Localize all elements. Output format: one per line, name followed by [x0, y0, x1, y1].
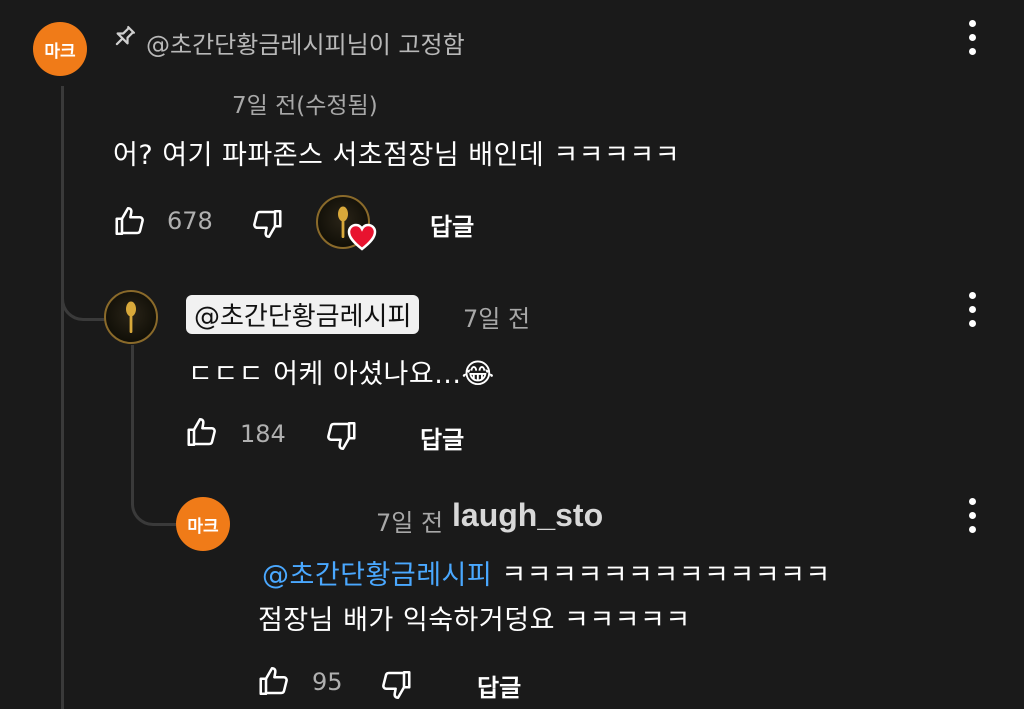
avatar-label: 마크 [187, 516, 219, 537]
watermark-text: laugh_sto [452, 497, 604, 533]
laughing-emoji: 😂 [461, 357, 495, 390]
mention-link[interactable]: @초간단황금레시피 [262, 560, 492, 591]
timestamp: 7일 전(수정됨) [232, 93, 378, 119]
thumbs-down-icon [253, 209, 282, 239]
thread-line-sub [131, 345, 134, 505]
more-options-button[interactable] [967, 498, 977, 533]
dislike-button[interactable] [322, 418, 358, 454]
pinned-by-text: @초간단황금레시피님이 고정함 [146, 31, 465, 59]
avatar-label: 마크 [44, 41, 76, 62]
author-chip[interactable]: @초간단황금레시피 [186, 295, 420, 334]
like-count: 678 [167, 207, 213, 235]
thumbs-up-icon [115, 206, 144, 236]
comment-text: ㅋㅋㅋㅋㅋㅋㅋㅋㅋㅋㅋㅋㅋ [501, 560, 831, 591]
comment-body: 어? 여기 파파존스 서초점장님 배인데 ㅋㅋㅋㅋㅋ [113, 140, 681, 171]
spoon-logo-icon [126, 301, 136, 333]
like-count: 184 [240, 420, 286, 448]
heart-icon [347, 223, 377, 251]
more-options-button[interactable] [967, 20, 977, 55]
comment-text: ㄷㄷㄷ 어케 아셨나요... [188, 359, 462, 390]
dislike-button[interactable] [377, 667, 413, 703]
thumbs-up-icon [259, 666, 288, 696]
like-count: 95 [312, 668, 343, 696]
more-options-button[interactable] [967, 292, 977, 327]
timestamp: 7일 전 [463, 305, 531, 333]
comment-body: ㄷㄷㄷ 어케 아셨나요...😂 [188, 352, 495, 391]
like-button[interactable] [257, 663, 293, 699]
thumbs-up-icon [187, 417, 216, 447]
thumbs-down-icon [382, 670, 411, 700]
comment-body-line1: @초간단황금레시피 ㅋㅋㅋㅋㅋㅋㅋㅋㅋㅋㅋㅋㅋ [262, 553, 831, 592]
thread-curve-reply1 [61, 290, 106, 321]
thumbs-down-icon [327, 421, 356, 451]
avatar[interactable]: 마크 [176, 497, 230, 551]
creator-avatar[interactable] [104, 290, 158, 344]
like-button[interactable] [113, 203, 149, 239]
reply-button[interactable]: 답글 [430, 207, 474, 242]
thread-curve-reply2 [131, 495, 176, 526]
pin-icon [111, 24, 137, 50]
dislike-button[interactable] [248, 206, 284, 242]
comment-thread: 마크 @초간단황금레시피님이 고정함 7일 전(수정됨) 어? 여기 파파존스 … [0, 0, 1024, 709]
reply-button[interactable]: 답글 [477, 668, 521, 703]
reply-button[interactable]: 답글 [420, 420, 464, 455]
thread-line-main [61, 86, 64, 709]
like-button[interactable] [185, 414, 221, 450]
timestamp: 7일 전 [376, 509, 444, 537]
avatar[interactable]: 마크 [33, 22, 87, 76]
comment-body-line2: 점장님 배가 익숙하거덩요 ㅋㅋㅋㅋㅋ [258, 605, 691, 636]
